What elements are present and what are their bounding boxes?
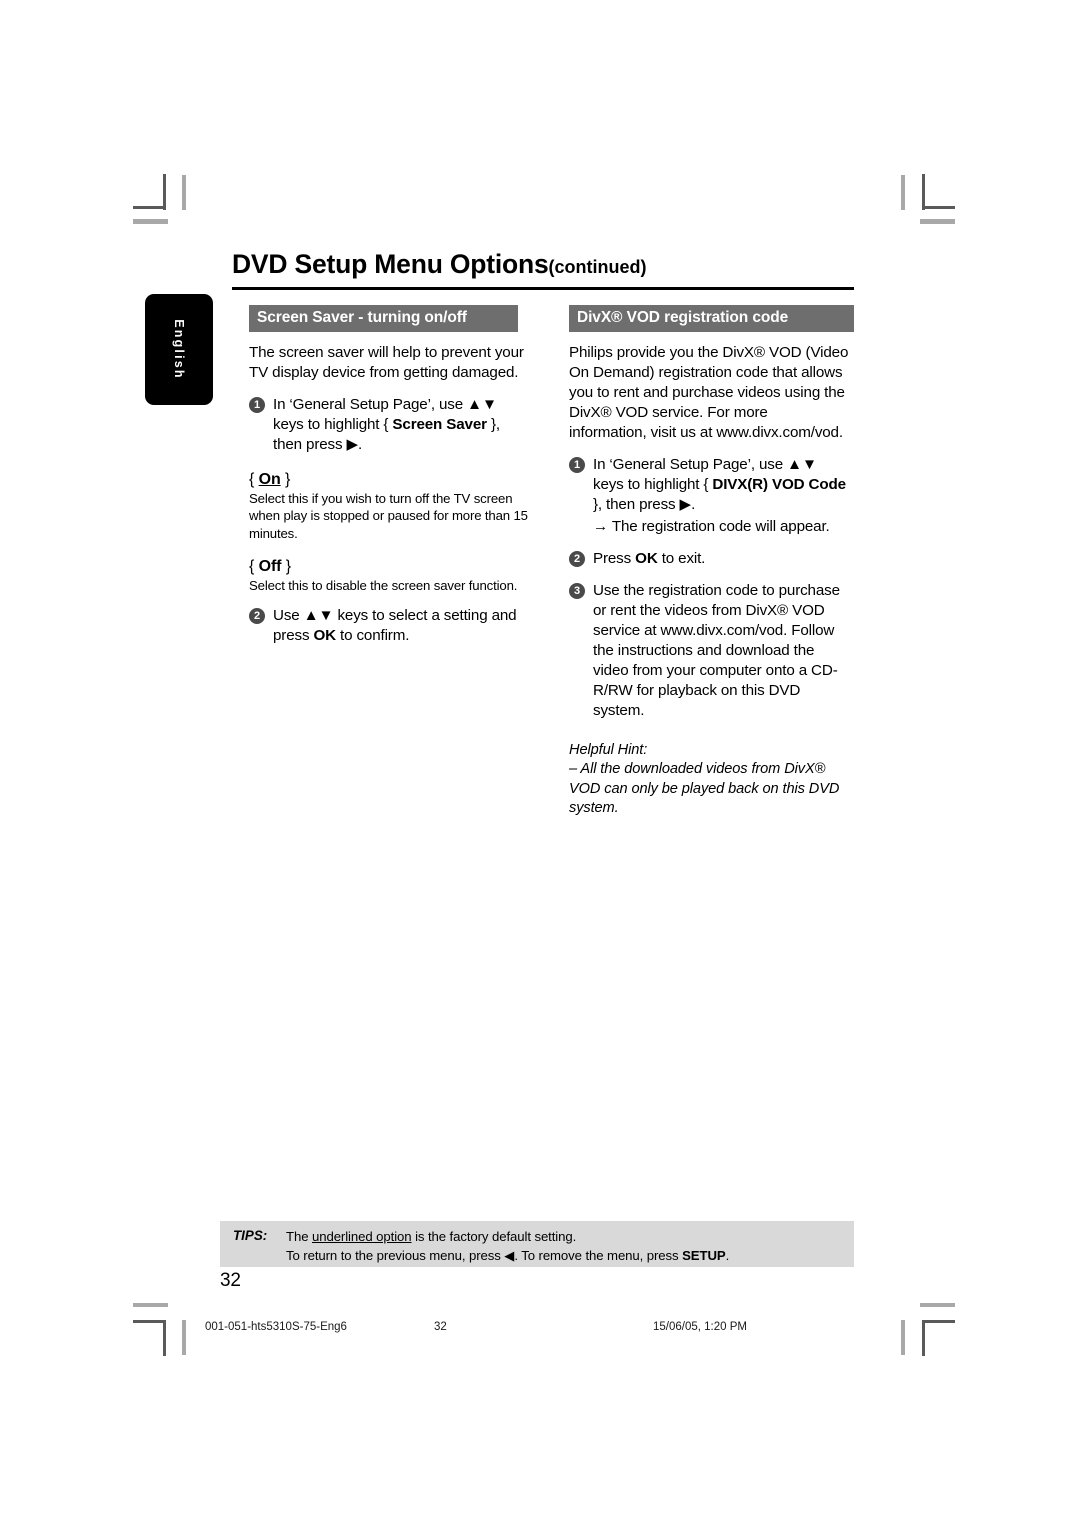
crop-mark-top-left-corner <box>163 174 166 210</box>
print-footer-date: 15/06/05, 1:20 PM <box>653 1321 747 1333</box>
crop-mark-top-right-vertical <box>901 175 905 210</box>
step-text-bold: OK <box>635 549 658 567</box>
page-title: DVD Setup Menu Options(continued) <box>232 249 647 280</box>
step-number-marker: 1 <box>569 457 585 474</box>
crop-mark-top-left-corner <box>133 206 166 209</box>
brace-open: { <box>249 557 259 575</box>
crop-mark-bottom-right-corner <box>922 1320 925 1356</box>
step-number-marker: 2 <box>249 607 265 624</box>
step-text-bold: OK <box>313 627 336 644</box>
left-column: Screen Saver - turning on/off The screen… <box>249 305 529 646</box>
crop-mark-top-left-vertical <box>182 175 186 210</box>
step-text-bold: Screen Saver <box>392 416 487 434</box>
step-text-after: }, then press ▶. <box>593 496 696 514</box>
option-off-label: Off <box>258 557 282 575</box>
option-off-heading: { Off } <box>249 558 529 576</box>
crop-mark-bottom-right-tick <box>920 1303 955 1307</box>
option-on-description: Select this if you wish to turn off the … <box>249 491 528 541</box>
divx-step-1-note: → The registration code will appear. <box>593 517 830 535</box>
crop-mark-bottom-left-corner <box>163 1320 166 1356</box>
screen-saver-step-1: 1 In ‘General Setup Page’, use ▲▼ keys t… <box>249 395 529 455</box>
tips-line-1-after: is the factory default setting. <box>411 1229 577 1244</box>
crop-mark-top-right-tick <box>920 219 955 224</box>
crop-mark-top-right-corner <box>922 174 925 210</box>
title-divider <box>232 287 854 290</box>
divx-step-3: 3 Use the registration code to purchase … <box>569 581 849 721</box>
step-number-marker: 2 <box>569 550 585 567</box>
crop-mark-bottom-left-corner <box>133 1320 166 1323</box>
helpful-hint: Helpful Hint: – All the downloaded video… <box>569 741 849 818</box>
tips-line-1: The underlined option is the factory def… <box>286 1228 729 1247</box>
brace-close: } <box>281 557 291 575</box>
screen-saver-intro: The screen saver will help to prevent yo… <box>249 344 524 382</box>
right-column: DivX® VOD registration code Philips prov… <box>569 305 854 818</box>
step-number-marker: 3 <box>569 582 585 599</box>
divx-step-1: 1 In ‘General Setup Page’, use ▲▼ keys t… <box>569 455 849 536</box>
crop-mark-top-right-corner <box>922 206 955 209</box>
language-tab: English <box>145 294 213 405</box>
tips-label: TIPS: <box>233 1228 268 1243</box>
tips-line-2: To return to the previous menu, press ◀.… <box>286 1247 729 1266</box>
crop-mark-top-left-tick <box>133 219 168 224</box>
helpful-hint-title: Helpful Hint: <box>569 742 648 759</box>
divx-vod-intro: Philips provide you the DivX® VOD (Video… <box>569 344 849 442</box>
print-footer-filename: 001-051-hts5310S-75-Eng6 <box>205 1321 347 1333</box>
tips-line-2-bold: SETUP <box>682 1247 726 1263</box>
page-title-main: DVD Setup Menu Options <box>232 249 549 279</box>
screen-saver-step-2: 2 Use ▲▼ keys to select a setting and pr… <box>249 606 529 646</box>
language-tab-label: English <box>172 319 186 380</box>
helpful-hint-body: – All the downloaded videos from DivX® V… <box>569 761 840 816</box>
option-on-heading: { On } <box>249 471 529 489</box>
tips-content: The underlined option is the factory def… <box>286 1228 729 1265</box>
crop-mark-bottom-right-corner <box>922 1320 955 1323</box>
option-off-description: Select this to disable the screen saver … <box>249 577 518 593</box>
divx-step-2: 2 Press OK to exit. <box>569 549 849 569</box>
step-text-after: to confirm. <box>335 627 410 644</box>
tips-line-2-after: . <box>725 1247 730 1263</box>
section-heading-divx-vod: DivX® VOD registration code <box>569 305 854 332</box>
crop-mark-bottom-left-vertical <box>182 1320 186 1355</box>
tips-line-2-before: To return to the previous menu, press ◀.… <box>286 1247 683 1263</box>
tips-box: TIPS: The underlined option is the facto… <box>220 1221 854 1267</box>
brace-close: } <box>280 471 291 489</box>
step-text: Use the registration code to purchase or… <box>593 581 840 719</box>
step-text-bold: DIVX(R) VOD Code <box>712 476 846 494</box>
section-heading-screen-saver: Screen Saver - turning on/off <box>249 305 518 332</box>
option-on-label: On <box>258 471 281 489</box>
tips-line-1-underlined: underlined option <box>312 1229 412 1244</box>
page-number: 32 <box>220 1270 241 1291</box>
crop-mark-bottom-right-vertical <box>901 1320 905 1355</box>
brace-open: { <box>249 471 259 489</box>
tips-line-1-before: The <box>286 1229 312 1244</box>
page-title-continued: (continued) <box>548 257 647 277</box>
step-text-before: Press <box>593 549 636 567</box>
step-number-marker: 1 <box>249 397 265 414</box>
print-footer-page: 32 <box>434 1321 447 1333</box>
crop-mark-bottom-left-tick <box>133 1303 168 1307</box>
step-text-after: to exit. <box>657 549 706 567</box>
